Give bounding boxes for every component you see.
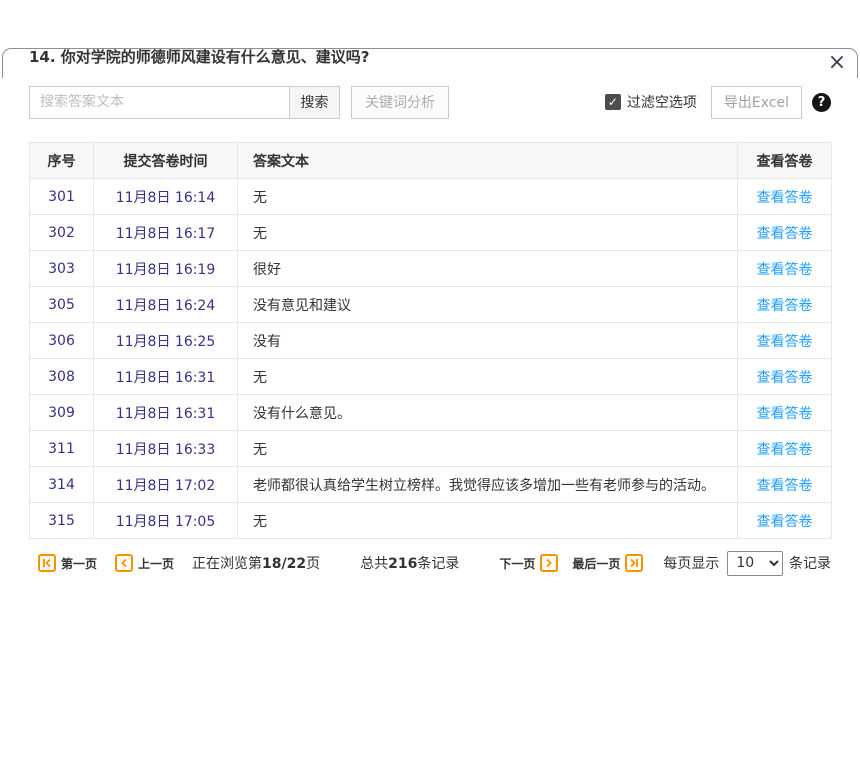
row-view-cell: 查看答卷 (738, 251, 832, 287)
close-icon[interactable]: × (824, 50, 850, 76)
row-answer: 无 (238, 359, 738, 395)
next-page-icon[interactable] (540, 554, 558, 572)
table-row: 30811月8日 16:31无 查看答卷 (30, 359, 832, 395)
table-row: 30511月8日 16:24没有意见和建议 查看答卷 (30, 287, 832, 323)
row-time: 11月8日 16:19 (94, 251, 238, 287)
dialog-content: 14. 你对学院的师德师风建设有什么意见、建议吗? 搜索 关键词分析 过滤空选项… (0, 46, 860, 576)
answers-tbody: 30111月8日 16:14无查看答卷30211月8日 16:17无查看答卷30… (30, 179, 832, 539)
row-answer: 无 (238, 215, 738, 251)
header-answer: 答案文本 (238, 143, 738, 179)
view-answer-link[interactable]: 查看答卷 (757, 406, 813, 422)
table-row: 31411月8日 17:02老师都很认真给学生树立榜样。我觉得应该多增加一些有老… (30, 467, 832, 503)
row-time: 11月8日 16:17 (94, 215, 238, 251)
row-answer: 无 (238, 503, 738, 539)
row-time: 11月8日 17:05 (94, 503, 238, 539)
view-answer-link[interactable]: 查看答卷 (757, 298, 813, 314)
row-view-cell: 查看答卷 (738, 467, 832, 503)
next-page-label[interactable]: 下一页 (499, 555, 535, 572)
row-time: 11月8日 16:31 (94, 359, 238, 395)
row-time: 11月8日 17:02 (94, 467, 238, 503)
first-page-label[interactable]: 第一页 (61, 555, 97, 572)
search-input[interactable] (29, 86, 289, 119)
per-page-select[interactable]: 10 (727, 551, 783, 576)
export-excel-button[interactable]: 导出Excel (711, 86, 802, 119)
header-view: 查看答卷 (738, 143, 832, 179)
answers-table: 序号 提交答卷时间 答案文本 查看答卷 30111月8日 16:14无查看答卷3… (29, 142, 832, 539)
row-serial: 306 (30, 323, 94, 359)
view-answer-link[interactable]: 查看答卷 (757, 190, 813, 206)
total-records: 总共216条记录 (360, 553, 459, 573)
row-view-cell: 查看答卷 (738, 395, 832, 431)
row-serial: 314 (30, 467, 94, 503)
view-answer-link[interactable]: 查看答卷 (757, 478, 813, 494)
pagination: 第一页 上一页 正在浏览第18/22页 总共216条记录 下一页 最后一页 每页… (29, 550, 831, 576)
per-page-label: 每页显示 (663, 553, 719, 573)
table-row: 31511月8日 17:05无 查看答卷 (30, 503, 832, 539)
row-time: 11月8日 16:14 (94, 179, 238, 215)
last-page-label[interactable]: 最后一页 (572, 555, 620, 572)
row-view-cell: 查看答卷 (738, 431, 832, 467)
row-time: 11月8日 16:25 (94, 323, 238, 359)
search-button[interactable]: 搜索 (289, 86, 340, 119)
view-answer-link[interactable]: 查看答卷 (757, 334, 813, 350)
prev-page-icon[interactable] (115, 554, 133, 572)
table-row: 30311月8日 16:19很好 查看答卷 (30, 251, 832, 287)
table-header-row: 序号 提交答卷时间 答案文本 查看答卷 (30, 143, 832, 179)
last-page-icon[interactable] (625, 554, 643, 572)
row-answer: 老师都很认真给学生树立榜样。我觉得应该多增加一些有老师参与的活动。 (238, 467, 738, 503)
row-answer: 没有什么意见。 (238, 395, 738, 431)
view-answer-link[interactable]: 查看答卷 (757, 370, 813, 386)
row-view-cell: 查看答卷 (738, 287, 832, 323)
row-serial: 308 (30, 359, 94, 395)
row-serial: 305 (30, 287, 94, 323)
view-answer-link[interactable]: 查看答卷 (757, 442, 813, 458)
table-row: 30211月8日 16:17无 查看答卷 (30, 215, 832, 251)
question-title: 14. 你对学院的师德师风建设有什么意见、建议吗? (29, 46, 831, 67)
row-answer: 没有 (238, 323, 738, 359)
row-serial: 311 (30, 431, 94, 467)
row-serial: 302 (30, 215, 94, 251)
view-answer-link[interactable]: 查看答卷 (757, 514, 813, 530)
search-group: 搜索 (29, 86, 340, 119)
table-row: 30111月8日 16:14无 查看答卷 (30, 179, 832, 215)
table-row: 30911月8日 16:31没有什么意见。 查看答卷 (30, 395, 832, 431)
current-page: 18/22 (262, 556, 306, 572)
help-icon[interactable]: ? (812, 93, 831, 112)
per-page-suffix: 条记录 (789, 553, 831, 573)
view-answer-link[interactable]: 查看答卷 (757, 226, 813, 242)
row-view-cell: 查看答卷 (738, 503, 832, 539)
row-view-cell: 查看答卷 (738, 179, 832, 215)
header-serial: 序号 (30, 143, 94, 179)
browse-status: 正在浏览第18/22页 (192, 553, 320, 573)
row-serial: 303 (30, 251, 94, 287)
row-time: 11月8日 16:24 (94, 287, 238, 323)
row-serial: 315 (30, 503, 94, 539)
toolbar-right: 过滤空选项 导出Excel ? (605, 86, 831, 119)
table-row: 30611月8日 16:25没有 查看答卷 (30, 323, 832, 359)
row-answer: 没有意见和建议 (238, 287, 738, 323)
first-page-icon[interactable] (38, 554, 56, 572)
header-time: 提交答卷时间 (94, 143, 238, 179)
row-time: 11月8日 16:33 (94, 431, 238, 467)
row-view-cell: 查看答卷 (738, 215, 832, 251)
row-answer: 很好 (238, 251, 738, 287)
row-time: 11月8日 16:31 (94, 395, 238, 431)
toolbar: 搜索 关键词分析 过滤空选项 导出Excel ? (29, 85, 831, 119)
row-answer: 无 (238, 179, 738, 215)
view-answer-link[interactable]: 查看答卷 (757, 262, 813, 278)
row-serial: 301 (30, 179, 94, 215)
row-view-cell: 查看答卷 (738, 323, 832, 359)
row-answer: 无 (238, 431, 738, 467)
row-view-cell: 查看答卷 (738, 359, 832, 395)
filter-empty-checkbox[interactable] (605, 94, 621, 110)
keyword-analysis-button[interactable]: 关键词分析 (351, 86, 449, 119)
table-row: 31111月8日 16:33无 查看答卷 (30, 431, 832, 467)
filter-empty-label: 过滤空选项 (627, 92, 697, 112)
record-count: 216 (388, 556, 417, 572)
row-serial: 309 (30, 395, 94, 431)
prev-page-label[interactable]: 上一页 (138, 555, 174, 572)
